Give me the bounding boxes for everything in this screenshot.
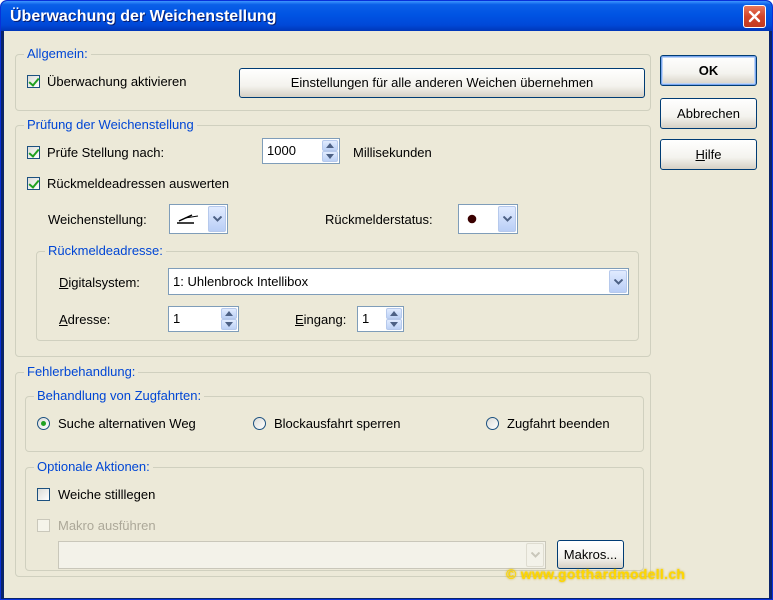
close-icon	[748, 10, 761, 23]
window-title: Überwachung der Weichenstellung	[10, 8, 277, 25]
spin-down-icon[interactable]	[386, 319, 402, 330]
delay-value: 1000	[267, 143, 296, 158]
radio-end-route[interactable]	[486, 417, 499, 430]
chevron-down-icon	[614, 278, 623, 285]
radio-alternative-route[interactable]	[37, 417, 50, 430]
switch-position-label: Weichenstellung:	[48, 212, 147, 227]
ok-button-label: OK	[698, 63, 719, 78]
radio-block-exit[interactable]	[253, 417, 266, 430]
group-pruefung-label: Prüfung der Weichenstellung	[24, 117, 197, 132]
apply-all-button[interactable]: Einstellungen für alle anderen Weichen ü…	[239, 68, 645, 98]
group-pruefung: Prüfung der Weichenstellung Prüfe Stellu…	[15, 117, 651, 357]
watermark: © www.gotthardmodell.ch	[506, 566, 686, 582]
macro-select[interactable]	[58, 541, 546, 569]
macros-button[interactable]: Makros...	[557, 540, 624, 569]
input-number-input[interactable]: 1	[357, 306, 404, 332]
switch-position-select[interactable]	[169, 204, 228, 234]
switch-position-dropdown-button[interactable]	[208, 206, 226, 232]
spin-down-icon[interactable]	[322, 151, 338, 162]
dialog-window: Überwachung der Weichenstellung Allgemei…	[0, 0, 773, 600]
spin-up-icon[interactable]	[322, 140, 338, 151]
run-macro-label[interactable]: Makro ausführen	[58, 518, 156, 533]
input-number-spinner[interactable]	[386, 308, 402, 330]
group-fehler: Fehlerbehandlung: Behandlung von Zugfahr…	[15, 364, 651, 577]
digital-system-dropdown-button[interactable]	[609, 270, 627, 293]
spin-down-icon[interactable]	[221, 319, 237, 330]
monitor-checkbox[interactable]	[27, 75, 40, 88]
cancel-button[interactable]: Abbrechen	[660, 98, 757, 129]
check-position-label[interactable]: Prüfe Stellung nach:	[47, 145, 164, 160]
radio-end-route-label[interactable]: Zugfahrt beenden	[507, 416, 610, 431]
feedback-status-dropdown-button[interactable]	[498, 206, 516, 232]
input-label: Eingang:	[295, 312, 347, 327]
feedback-eval-label[interactable]: Rückmeldeadressen auswerten	[47, 176, 229, 191]
group-feedback-address-label: Rückmeldeadresse:	[45, 243, 166, 258]
group-routes: Behandlung von Zugfahrten: Suche alterna…	[25, 388, 644, 452]
ok-button[interactable]: OK	[660, 55, 757, 86]
run-macro-checkbox[interactable]	[37, 519, 50, 532]
dialog-body: Allgemein: Überwachung aktivieren Einste…	[4, 31, 769, 598]
digital-system-select[interactable]: 1: Uhlenbrock Intellibox	[168, 268, 629, 295]
help-button-label: Hilfe	[695, 147, 722, 162]
macros-button-label: Makros...	[563, 547, 618, 562]
address-label: Adresse:	[59, 312, 111, 327]
group-optional: Optionale Aktionen: Weiche stilllegen Ma…	[25, 459, 644, 571]
title-bar[interactable]: Überwachung der Weichenstellung	[1, 1, 772, 31]
cancel-button-label: Abbrechen	[677, 106, 740, 121]
group-allgemein: Allgemein: Überwachung aktivieren Einste…	[15, 46, 651, 111]
macro-dropdown-button[interactable]	[526, 543, 544, 567]
disable-switch-checkbox[interactable]	[37, 488, 50, 501]
delay-spinner[interactable]	[322, 140, 338, 162]
chevron-down-icon	[531, 552, 540, 558]
status-dot-icon	[467, 214, 477, 224]
address-input[interactable]: 1	[168, 306, 239, 332]
digital-system-value: 1: Uhlenbrock Intellibox	[173, 274, 309, 289]
digital-system-label: Digitalsystem:	[59, 275, 140, 290]
feedback-status-select[interactable]	[458, 204, 518, 234]
apply-all-button-label: Einstellungen für alle anderen Weichen ü…	[290, 75, 594, 90]
check-position-checkbox[interactable]	[27, 146, 40, 159]
chevron-down-icon	[503, 216, 512, 222]
radio-block-exit-label[interactable]: Blockausfahrt sperren	[274, 416, 400, 431]
address-spinner[interactable]	[221, 308, 237, 330]
delay-input[interactable]: 1000	[262, 138, 340, 164]
disable-switch-label[interactable]: Weiche stilllegen	[58, 487, 155, 502]
address-value: 1	[173, 311, 181, 326]
group-fehler-label: Fehlerbehandlung:	[24, 364, 139, 379]
chevron-down-icon	[213, 216, 222, 222]
delay-unit: Millisekunden	[353, 145, 432, 160]
feedback-status-label: Rückmelderstatus:	[325, 212, 433, 227]
spin-up-icon[interactable]	[221, 308, 237, 319]
close-button[interactable]	[743, 5, 766, 28]
monitor-checkbox-label[interactable]: Überwachung aktivieren	[47, 74, 186, 89]
group-feedback-address: Rückmeldeadresse: Digitalsystem: 1: Uhle…	[36, 243, 639, 341]
help-button[interactable]: Hilfe	[660, 139, 757, 170]
group-optional-label: Optionale Aktionen:	[34, 459, 153, 474]
radio-alternative-route-label[interactable]: Suche alternativen Weg	[58, 416, 196, 431]
group-allgemein-label: Allgemein:	[24, 46, 91, 61]
input-number-value: 1	[362, 311, 370, 326]
feedback-eval-checkbox[interactable]	[27, 177, 40, 190]
switch-symbol-icon	[177, 214, 199, 224]
spin-up-icon[interactable]	[386, 308, 402, 319]
group-routes-label: Behandlung von Zugfahrten:	[34, 388, 205, 403]
